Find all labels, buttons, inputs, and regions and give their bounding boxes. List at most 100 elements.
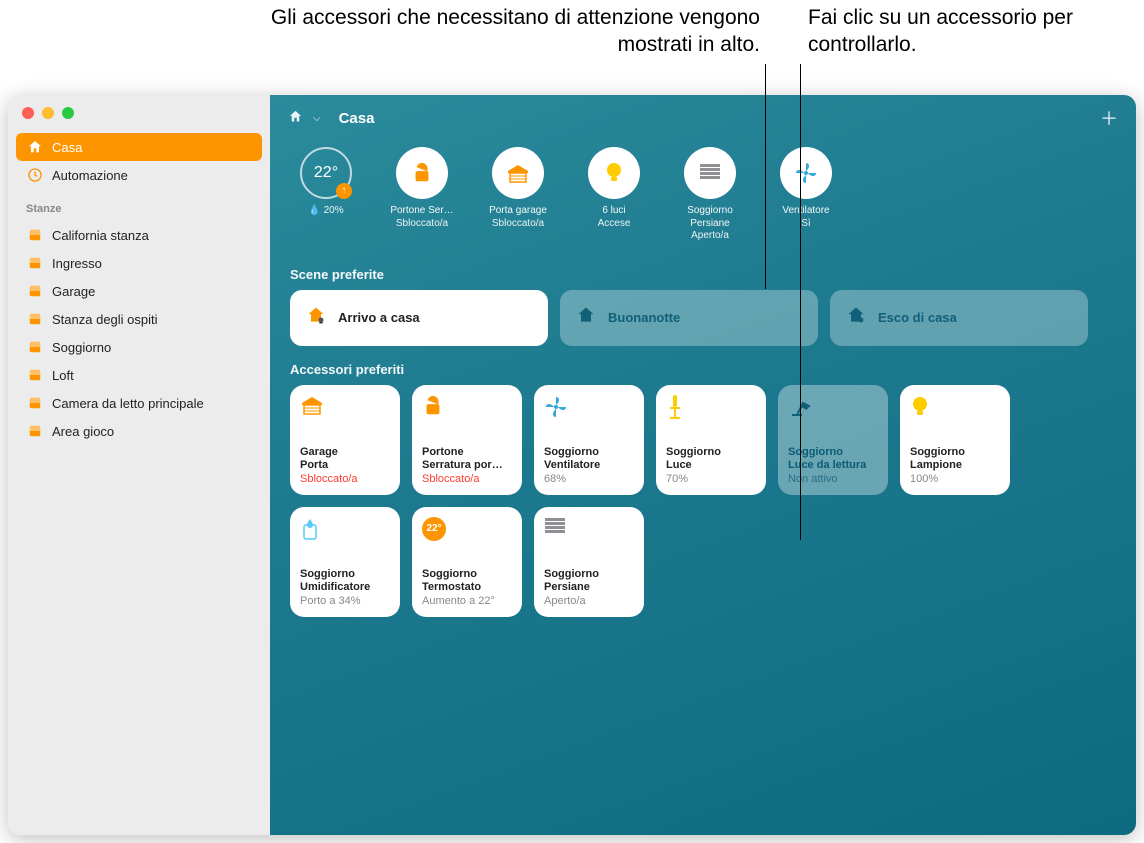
toolbar: ⌵ Casa ＋ [270,95,1136,141]
room-icon [26,310,44,328]
add-button[interactable]: ＋ [1100,105,1118,131]
room-icon [26,366,44,384]
accessory-tile[interactable]: SoggiornoVentilatore68% [534,385,644,495]
accessory-state: Porto a 34% [300,595,390,607]
status-line2: Aperto/a [691,230,729,243]
accessory-room: Soggiorno [300,568,390,581]
status-item[interactable]: 6 luciAccese [578,147,650,243]
scene-label: Arrivo a casa [338,310,420,325]
accessory-tile[interactable]: SoggiornoPersianeAperto/a [534,507,644,617]
sidebar-room-item[interactable]: Ingresso [16,249,262,277]
status-item[interactable]: Soggiorno PersianeAperto/a [674,147,746,243]
accessory-name: Ventilatore [544,459,634,472]
garage-icon [492,147,544,199]
status-item[interactable]: Portone Ser…Sbloccato/a [386,147,458,243]
lamp-icon [666,395,756,421]
accessory-room: Soggiorno [910,446,1000,459]
status-line2: Accese [598,218,631,231]
sidebar-room-label: Garage [52,284,95,299]
main-content: ⌵ Casa ＋ 22° ↑ 💧 20% Portone Ser…Sblocca… [270,95,1136,835]
lock-open-icon [396,147,448,199]
leader-line-left [765,64,766,289]
accessory-tile[interactable]: PortoneSerratura por…Sbloccato/a [412,385,522,495]
sidebar-rooms-list: California stanzaIngresso Garage Stanza de… [8,217,270,449]
sidebar-rooms-header: Stanze [8,193,270,217]
annotation-click: Fai clic su un accessorio per controllar… [808,4,1128,59]
blinds-icon [544,517,634,543]
accessory-room: Soggiorno [666,446,756,459]
accessory-tile[interactable]: SoggiornoUmidificatorePorto a 34% [290,507,400,617]
sidebar-room-label: Stanza degli ospiti [52,312,158,327]
sidebar-item-automazione[interactable]: Automazione [16,161,262,189]
scene-tile[interactable]: Arrivo a casa [290,290,548,346]
accessory-room: Garage [300,446,390,459]
close-button[interactable] [22,107,34,119]
chevron-down-icon[interactable]: ⌵ [313,113,321,124]
status-line1: 6 luci [602,205,625,218]
desk-lamp-icon [788,395,878,421]
sidebar-room-item[interactable]: Soggiorno [16,333,262,361]
accessory-tile[interactable]: SoggiornoLampione100% [900,385,1010,495]
sidebar-room-label: Soggiorno [52,340,111,355]
sidebar-room-item[interactable]: Stanza degli ospiti [16,305,262,333]
status-line1: Porta garage [489,205,547,218]
accessory-name: Luce da lettura [788,459,878,472]
status-item[interactable]: Porta garageSbloccato/a [482,147,554,243]
page-title: Casa [339,110,375,127]
scene-tile[interactable]: Buonanotte [560,290,818,346]
scene-label: Buonanotte [608,310,680,325]
accessory-name: Porta [300,459,390,472]
therm-icon: 22° [422,517,512,543]
sidebar-room-item[interactable]: Area gioco [16,417,262,445]
humidity-value: 💧 20% [308,205,343,218]
accessory-room: Soggiorno [788,446,878,459]
accessory-tile[interactable]: 22° SoggiornoTermostatoAumento a 22° [412,507,522,617]
scenes-list: Arrivo a casa Buonanotte Esco di casa [270,290,1136,346]
accessory-tile[interactable]: SoggiornoLuce70% [656,385,766,495]
accessory-tile[interactable]: GaragePortaSbloccato/a [290,385,400,495]
accessory-tile[interactable]: SoggiornoLuce da letturaNon attivo [778,385,888,495]
heating-badge-icon: ↑ [336,183,352,199]
bulb-icon [588,147,640,199]
accessory-name: Termostato [422,581,512,594]
room-icon [26,282,44,300]
lock-open-icon [422,395,512,421]
temperature-circle: 22° ↑ [300,147,352,199]
accessory-state: Aperto/a [544,595,634,607]
accessory-room: Soggiorno [422,568,512,581]
status-item[interactable]: VentilatoreSì [770,147,842,243]
arrive-icon [306,305,326,330]
sidebar-item-label: Casa [52,140,82,155]
clock-icon [26,166,44,184]
sidebar: Casa Automazione Stanze California stanz… [8,95,270,835]
accessory-state: Aumento a 22° [422,595,512,607]
bulb-icon [910,395,1000,421]
home-icon[interactable] [288,109,303,128]
blinds-icon [684,147,736,199]
sidebar-item-casa[interactable]: Casa [16,133,262,161]
room-icon [26,226,44,244]
accessory-name: Serratura por… [422,459,512,472]
sidebar-room-item[interactable]: Garage [16,277,262,305]
sidebar-room-item[interactable]: Loft [16,361,262,389]
status-line2: Sbloccato/a [396,218,448,231]
accessories-grid: GaragePortaSbloccato/aPortoneSerratura p… [270,385,1136,617]
room-icon [26,394,44,412]
accessory-state: Non attivo [788,473,878,485]
accessory-state: 68% [544,473,634,485]
scene-tile[interactable]: Esco di casa [830,290,1088,346]
status-line1: Portone Ser… [390,205,453,218]
minimize-button[interactable] [42,107,54,119]
annotation-attention: Gli accessori che necessitano di attenzi… [270,4,760,59]
status-line1: Ventilatore [782,205,829,218]
sidebar-room-label: Camera da letto principale [52,396,204,411]
sidebar-room-item[interactable]: California stanza [16,221,262,249]
accessory-state: Sbloccato/a [300,473,390,485]
maximize-button[interactable] [62,107,74,119]
sidebar-room-item[interactable]: Camera da letto principale [16,389,262,417]
accessory-name: Lampione [910,459,1000,472]
humidifier-icon [300,517,390,543]
fan-icon [544,395,634,421]
status-climate[interactable]: 22° ↑ 💧 20% [290,147,362,243]
accessory-name: Umidificatore [300,581,390,594]
